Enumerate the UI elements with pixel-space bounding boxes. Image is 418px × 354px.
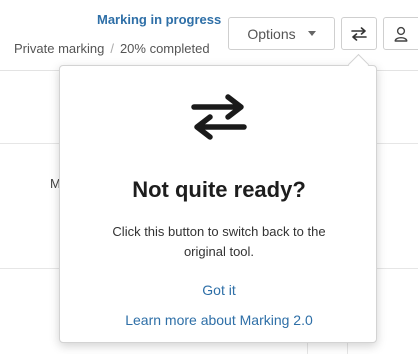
switch-tool-button[interactable]: [341, 17, 377, 50]
switch-tool-popover: Not quite ready? Click this button to sw…: [59, 65, 377, 343]
user-icon: [394, 26, 408, 42]
column-divider: [347, 343, 348, 354]
caret-down-icon: [307, 31, 316, 36]
status-separator: /: [110, 41, 114, 56]
popover-description: Click this button to switch back to the …: [112, 224, 326, 259]
marking-status-subtitle: Private marking / 20% completed: [14, 41, 210, 56]
user-button[interactable]: [383, 17, 418, 50]
marking-status-title: Marking in progress: [97, 12, 222, 27]
progress-label: 20% completed: [119, 41, 210, 56]
switch-arrows-icon: [351, 26, 367, 41]
column-divider: [307, 343, 308, 354]
learn-more-link[interactable]: Learn more about Marking 2.0: [60, 312, 378, 328]
popover-title: Not quite ready?: [132, 177, 306, 202]
marking-mode-label: Private marking: [14, 41, 105, 56]
switch-arrows-icon: [191, 94, 247, 140]
options-label: Options: [247, 25, 296, 42]
options-dropdown-button[interactable]: Options: [228, 17, 335, 50]
got-it-link[interactable]: Got it: [60, 282, 378, 298]
